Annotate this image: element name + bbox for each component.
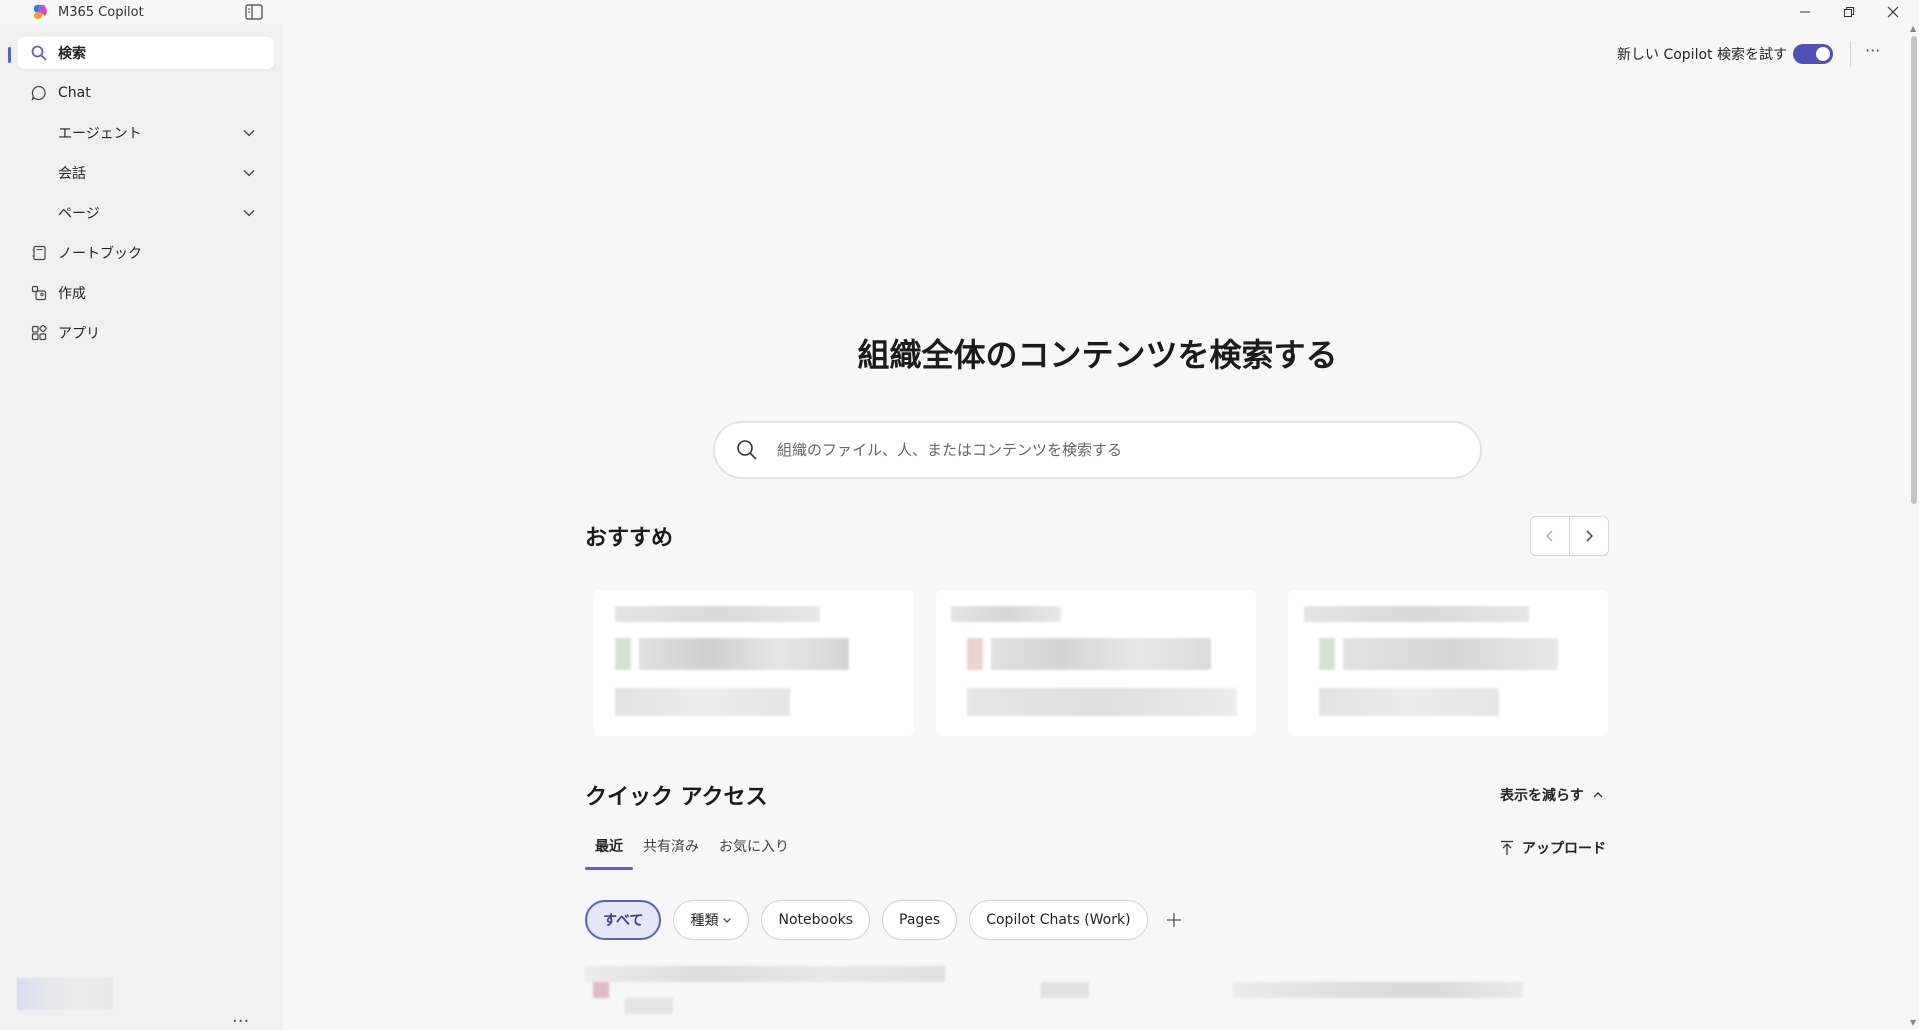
copilot-logo-icon [31,3,49,21]
add-filter-icon[interactable] [1160,906,1188,934]
chevron-down-icon [242,126,256,140]
avatar[interactable] [17,978,113,1010]
sidebar-item-conversations[interactable]: 会話 [18,157,274,189]
sidebar-item-label: 会話 [58,166,86,182]
more-options-icon[interactable]: ... [232,1006,249,1027]
carousel-prev-button[interactable] [1530,516,1570,556]
more-options-button[interactable]: ··· [1865,41,1880,60]
quick-access-tabs: 最近 共有済み お気に入り [585,836,799,870]
upload-icon [1501,840,1513,855]
chip-type[interactable]: 種類 [673,900,750,940]
scroll-up-icon[interactable]: ▲ [1910,24,1916,33]
sidebar-item-apps[interactable]: アプリ [18,317,274,349]
sidebar-item-label: Chat [58,85,91,101]
sidebar-toggle-icon[interactable] [245,4,263,20]
new-search-toggle[interactable] [1793,44,1833,64]
app-title: M365 Copilot [58,5,144,20]
file-type-icon [593,982,609,998]
recommended-card[interactable] [936,590,1256,736]
carousel-next-button[interactable] [1569,516,1609,556]
recent-file-location [1233,982,1523,998]
recommended-title: おすすめ [585,526,674,551]
recent-file-row[interactable] [585,966,945,982]
create-icon [30,284,48,302]
chevron-down-icon [242,206,256,220]
chevron-down-icon [723,918,732,923]
show-less-button[interactable]: 表示を減らす [1500,785,1604,805]
chevron-down-icon [242,166,256,180]
sidebar-item-label: ページ [58,206,100,222]
sidebar-item-label: アプリ [58,326,100,342]
search-input[interactable] [777,441,1457,459]
sidebar-item-chat[interactable]: Chat [18,77,274,109]
chat-icon [30,84,48,102]
scroll-down-icon[interactable]: ▼ [1910,1018,1916,1027]
recommended-card[interactable] [1288,590,1608,736]
chevron-up-icon [1593,792,1603,798]
recent-file-meta [1041,982,1089,998]
sidebar-item-label: ノートブック [58,246,142,262]
apps-icon [30,324,48,342]
chip-notebooks[interactable]: Notebooks [761,900,871,940]
chevron-left-icon [1546,530,1553,542]
chip-type-label: 種類 [690,913,719,929]
recent-file-subtitle [625,998,673,1014]
sidebar-item-label: エージェント [58,126,142,142]
sidebar-item-pages[interactable]: ページ [18,197,274,229]
tab-favorites[interactable]: お気に入り [709,836,799,870]
title-bar: M365 Copilot [0,0,1919,24]
tab-shared[interactable]: 共有済み [633,836,709,870]
chevron-right-icon [1586,530,1593,542]
page-title: 組織全体のコンテンツを検索する [857,336,1338,374]
notebook-icon [30,244,48,262]
sidebar-item-label: 検索 [58,46,86,62]
sidebar-item-label: 作成 [58,286,86,302]
quick-access-title: クイック アクセス [585,785,768,810]
show-less-label: 表示を減らす [1500,788,1584,804]
upload-label: アップロード [1522,841,1606,857]
close-icon[interactable] [1882,2,1904,22]
search-icon [30,44,48,62]
sidebar-item-search[interactable]: 検索 [18,37,274,69]
new-search-toggle-label: 新しい Copilot 検索を試す [1617,47,1787,63]
upload-button[interactable]: アップロード [1500,838,1606,858]
scrollbar-thumb[interactable] [1911,36,1917,504]
sidebar-item-create[interactable]: 作成 [18,277,274,309]
minimize-icon[interactable] [1794,2,1816,22]
active-indicator [8,47,11,63]
search-box[interactable] [713,421,1482,479]
chip-all[interactable]: すべて [585,900,662,940]
main-content [283,24,1919,1030]
restore-icon[interactable] [1838,2,1860,22]
recommended-card[interactable] [594,590,914,736]
sidebar: 検索 Chat エージェント 会話 ページ ノートブック 作成 アプリ ... [0,24,283,1030]
chip-pages[interactable]: Pages [882,900,958,940]
sidebar-item-agents[interactable]: エージェント [18,117,274,149]
toggle-knob [1816,47,1830,61]
sidebar-item-notebooks[interactable]: ノートブック [18,237,274,269]
chip-copilot-chats[interactable]: Copilot Chats (Work) [969,900,1148,940]
filter-chips: すべて 種類 Notebooks Pages Copilot Chats (Wo… [585,900,1188,940]
tab-recent[interactable]: 最近 [585,836,633,870]
divider [1850,41,1851,67]
search-icon [735,438,759,462]
